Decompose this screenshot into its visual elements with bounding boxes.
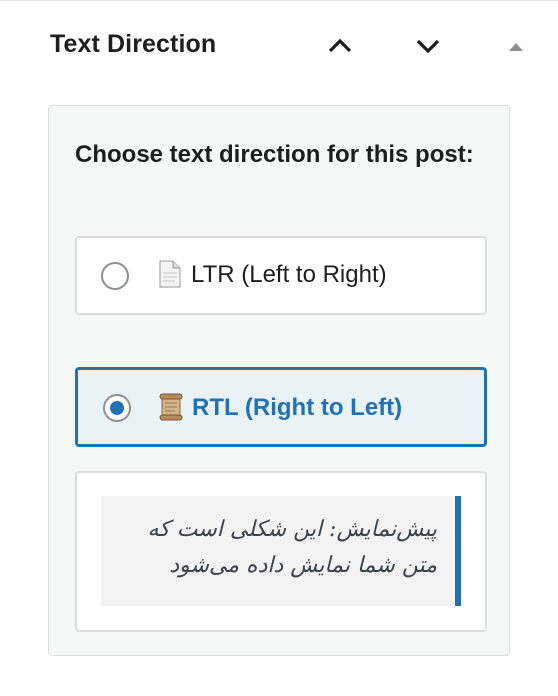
radio-selected-dot — [110, 401, 124, 415]
panel-header: Text Direction — [0, 0, 558, 92]
preview-box: پیش‌نمایش: این شکلی است که متن شما نمایش… — [75, 471, 487, 632]
ltr-option-label: LTR (Left to Right) — [191, 261, 387, 288]
rtl-option-label: RTL (Right to Left) — [192, 394, 403, 421]
preview-quote: پیش‌نمایش: این شکلی است که متن شما نمایش… — [101, 496, 461, 606]
rtl-radio[interactable] — [103, 394, 131, 422]
toggle-panel-button[interactable] — [496, 26, 536, 66]
caret-up-icon — [509, 43, 523, 51]
chevron-down-icon — [416, 39, 440, 54]
chevron-up-icon — [328, 38, 352, 53]
text-direction-panel: Choose text direction for this post: LTR… — [48, 105, 510, 656]
move-down-button[interactable] — [408, 26, 448, 66]
scroll-icon — [159, 393, 183, 421]
rtl-option[interactable]: RTL (Right to Left) — [75, 367, 487, 447]
ltr-radio[interactable] — [101, 262, 129, 290]
ltr-option[interactable]: LTR (Left to Right) — [75, 236, 487, 315]
direction-question: Choose text direction for this post: — [75, 141, 474, 168]
move-up-button[interactable] — [320, 26, 360, 66]
preview-text: پیش‌نمایش: این شکلی است که متن شما نمایش… — [147, 517, 437, 578]
panel-title: Text Direction — [50, 30, 217, 58]
page-facing-up-icon — [159, 260, 181, 288]
